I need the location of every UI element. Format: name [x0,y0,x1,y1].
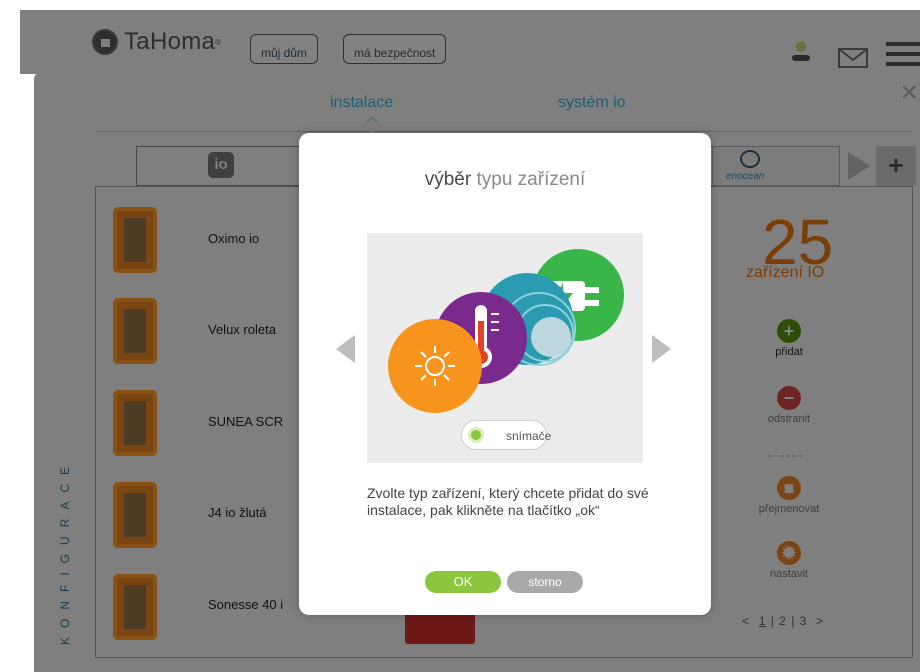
remove-device-button[interactable]: − odstranit [739,386,839,425]
tahoma-logo[interactable]: TaHoma ® [92,28,221,56]
next-brand-arrow-icon[interactable] [848,152,870,180]
device-label[interactable]: Sonesse 40 i [208,597,283,612]
screen-icon[interactable] [113,390,157,456]
house-icon [92,29,118,55]
mail-icon[interactable] [838,48,868,68]
close-icon[interactable]: ✕ [900,80,918,106]
previous-type-arrow-icon[interactable] [336,335,355,363]
dialog-title-rest: typu zařízení [476,169,586,190]
dialog-title: výběr typu zařízení [299,169,711,191]
add-brand-button[interactable]: + [876,146,916,186]
pagination: < 1 | 2 | 3 > [742,614,825,628]
prev-page-link[interactable]: < [742,614,750,628]
rename-device-button[interactable]: ■ přejmenovat [739,476,839,515]
tab-instalace[interactable]: instalace [330,94,393,112]
sensors-illustration [388,249,624,413]
gear-icon: ✹ [777,541,801,565]
app-name: TaHoma [124,28,216,55]
settings-label: nastavit [770,568,808,580]
my-security-button[interactable]: má bezpečnost [343,34,447,64]
top-bar: TaHoma ® můj dům má bezpečnost @ [20,10,920,74]
stop-icon: ■ [777,476,801,500]
enocean-logo-icon [740,150,760,168]
device-label[interactable]: J4 io žlutá [208,505,267,520]
rename-label: přejmenovat [758,503,820,515]
device-settings-button[interactable]: ✹ nastavit [739,541,839,580]
hamburger-menu-icon[interactable] [886,42,920,68]
dialog-description: Zvolte typ zařízení, který chcete přidat… [367,485,649,518]
user-icon[interactable]: @ [790,40,812,62]
next-page-link[interactable]: > [816,614,824,628]
device-label[interactable]: Velux roleta [208,322,276,337]
dialog-title-bold: výběr [424,169,472,190]
next-type-arrow-icon[interactable] [652,335,671,363]
roller-shutter-icon[interactable] [113,207,157,273]
remove-label: odstranit [767,413,811,425]
blind-icon[interactable] [113,574,157,640]
left-margin [0,0,20,672]
page-link-2[interactable]: 2 [779,614,787,628]
cancel-button[interactable]: storno [507,571,583,593]
actions-separator: ------ [768,448,804,462]
configuration-vertical-label: KONFIGURACE [58,457,72,645]
tab-system-io[interactable]: systém io [558,94,626,112]
device-type-carousel[interactable]: snímače [367,233,643,463]
roof-blind-icon[interactable] [113,298,157,364]
svg-text:@: @ [796,42,805,52]
ok-button[interactable]: OK [425,571,501,593]
device-label[interactable]: SUNEA SCR [208,414,283,429]
my-home-button[interactable]: můj dům [250,34,319,64]
device-icon-partial [405,612,475,644]
sensors-option[interactable]: snímače [461,420,551,450]
minus-icon: − [777,386,801,410]
venetian-blind-icon[interactable] [113,482,157,548]
device-count-label: zařízení IO [746,264,825,281]
add-label: přidat [775,346,803,358]
radio-selected-icon[interactable] [468,427,484,443]
device-label[interactable]: Oximo io [208,231,259,246]
page-link-1[interactable]: 1 [759,614,767,628]
add-device-button[interactable]: + přidat [739,319,839,358]
plus-icon: + [777,319,801,343]
registered-mark: ® [215,37,222,47]
enocean-label: enocean [726,171,765,182]
tab-divider [95,131,913,132]
sensors-option-label: snímače [506,429,552,443]
io-brand-tab[interactable]: io [208,152,234,178]
device-type-dialog: výběr typu zařízení snímače Zvolte typ z… [299,133,711,615]
page-link-3[interactable]: 3 [800,614,808,628]
